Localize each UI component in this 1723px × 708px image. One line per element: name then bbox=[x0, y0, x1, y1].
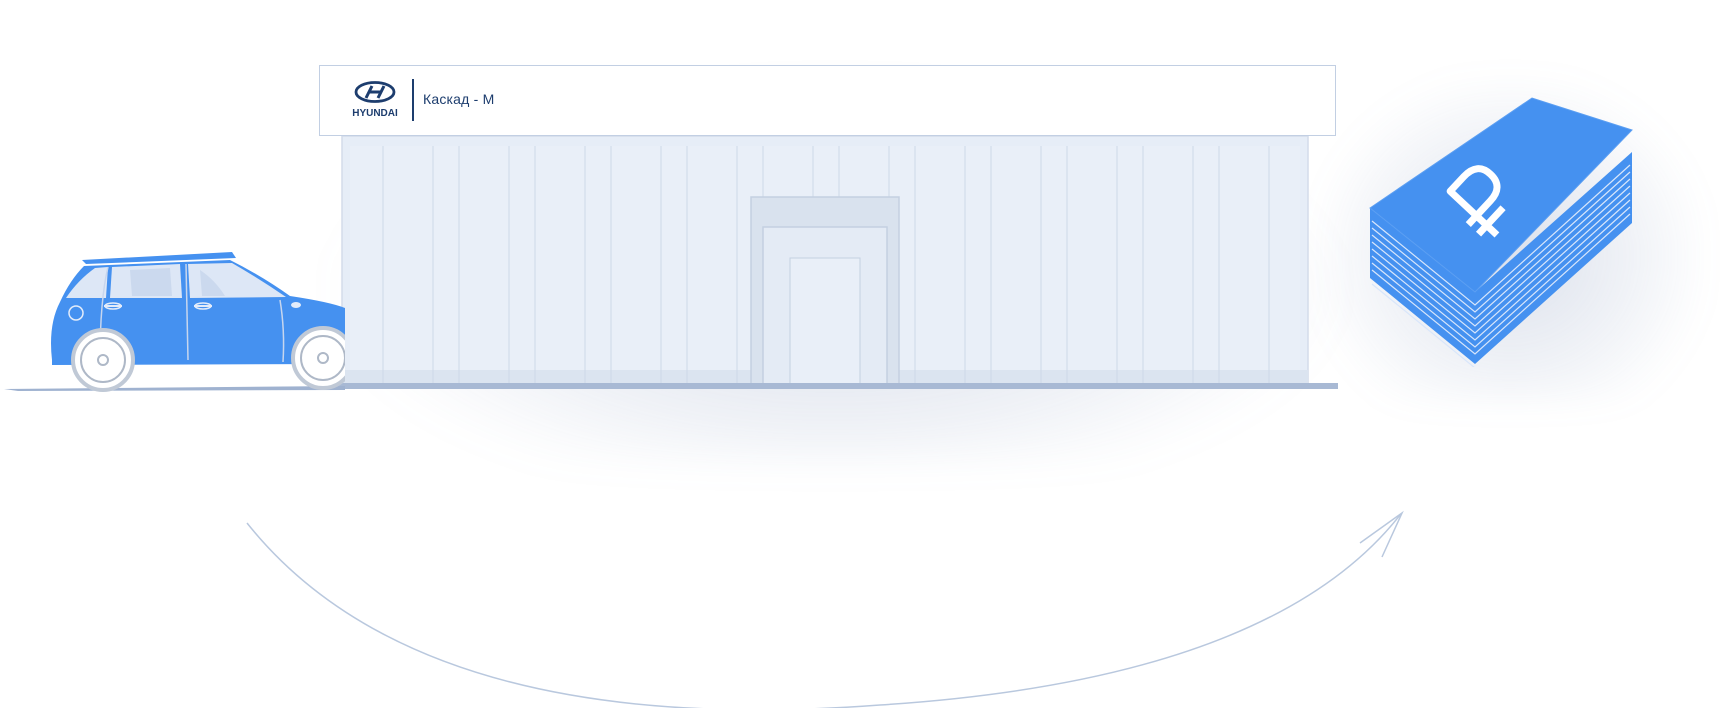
curved-arrow-icon bbox=[246, 510, 1404, 708]
dealer-illustration: HYUNDAI Каскад - М bbox=[0, 0, 1723, 708]
